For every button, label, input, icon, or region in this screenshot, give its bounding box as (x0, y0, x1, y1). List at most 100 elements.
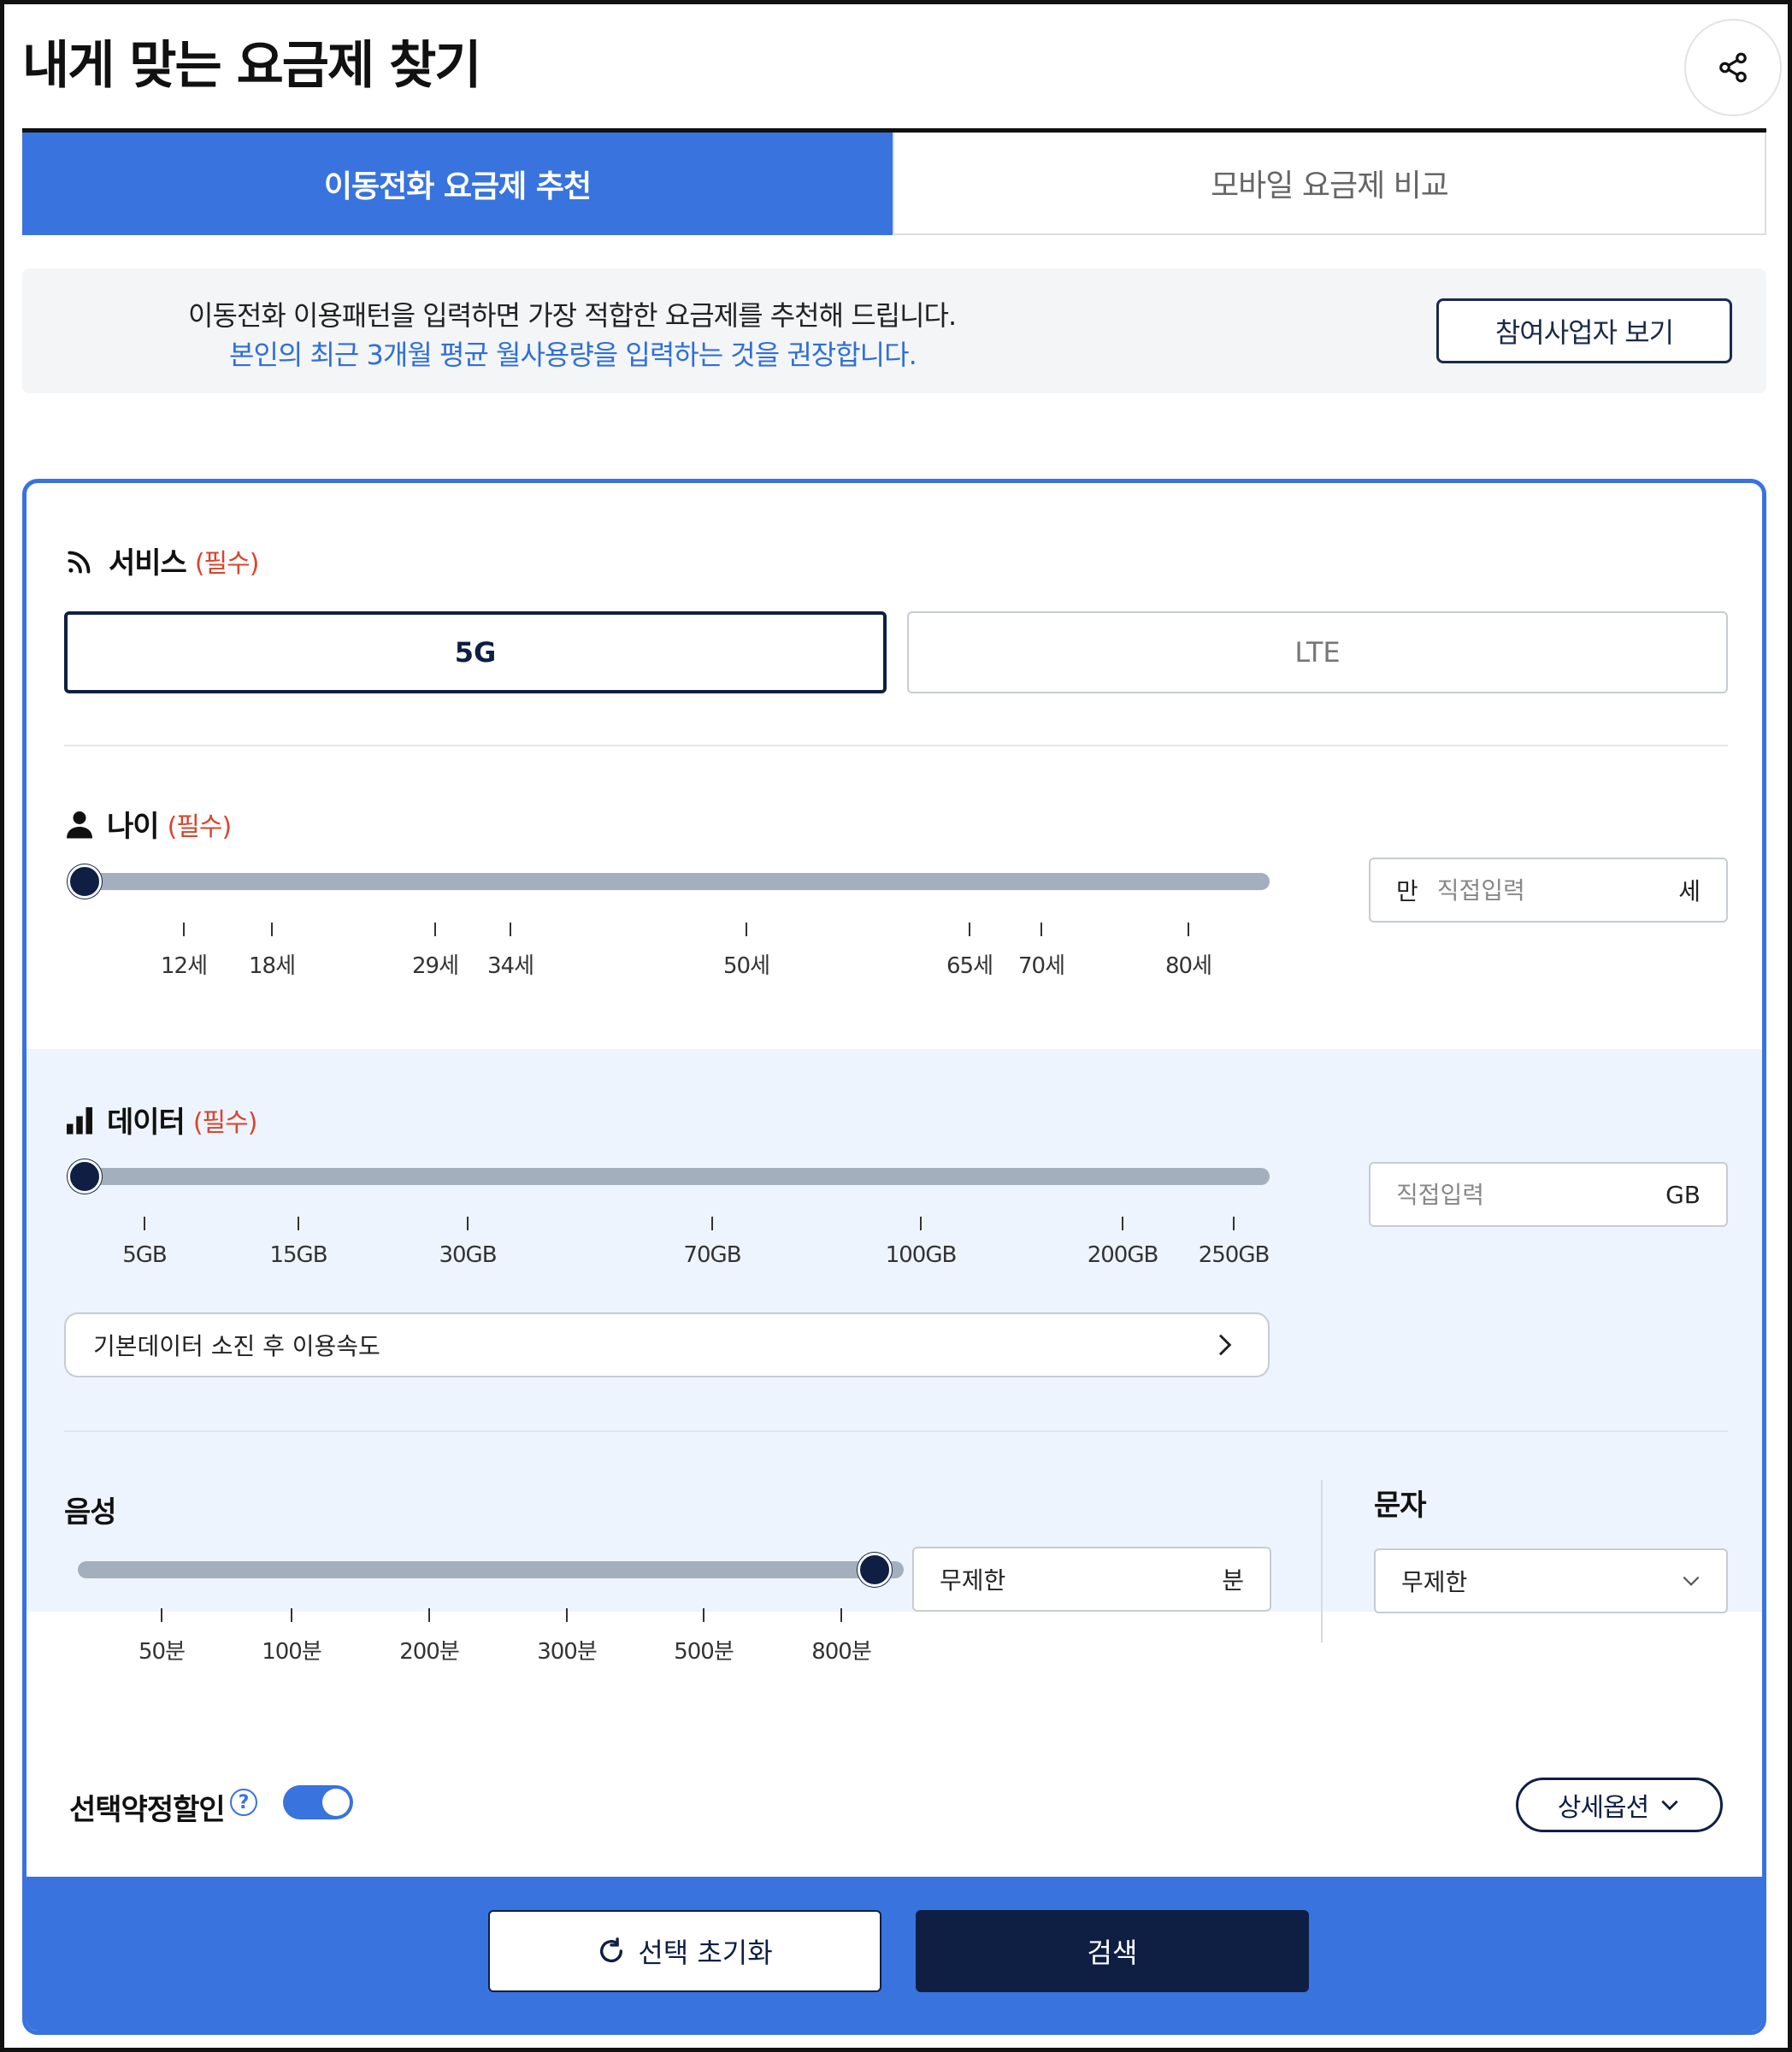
age-tick-label[interactable]: 50세 (723, 948, 770, 980)
data-tick-label[interactable]: 15GB (269, 1242, 327, 1268)
age-tick-label[interactable]: 70세 (1018, 948, 1065, 980)
data-tick (1233, 1217, 1235, 1230)
age-tick (271, 923, 273, 936)
data-tick-label[interactable]: 200GB (1088, 1242, 1159, 1268)
help-icon[interactable]: ? (230, 1789, 257, 1816)
data-tick (144, 1217, 145, 1230)
age-slider-thumb[interactable] (68, 864, 102, 899)
age-input-field[interactable]: 만 세 (1369, 858, 1728, 923)
chevron-down-icon (1661, 1800, 1678, 1811)
view-partners-button[interactable]: 참여사업자 보기 (1436, 298, 1732, 363)
voice-slider-track[interactable] (78, 1561, 904, 1578)
data-tick (467, 1217, 469, 1230)
service-option-lte[interactable]: LTE (907, 611, 1728, 693)
search-button[interactable]: 검색 (916, 1910, 1309, 1992)
age-tick (183, 923, 185, 936)
voice-tick-label[interactable]: 50분 (139, 1634, 186, 1666)
notice-recommendation-text: 본인의 최근 3개월 평균 월사용량을 입력하는 것을 권장합니다. (229, 339, 917, 371)
service-label: 서비스 (필수) (64, 540, 260, 581)
signal-wifi-icon (64, 545, 97, 577)
bar-chart-icon (64, 1105, 95, 1135)
data-tick-label[interactable]: 100GB (886, 1242, 958, 1268)
service-option-5g[interactable]: 5G (64, 611, 887, 693)
notice-text: 이동전화 이용패턴을 입력하면 가장 적합한 요금제를 추천해 드립니다. (188, 299, 957, 332)
voice-tick (703, 1608, 704, 1622)
data-input-field[interactable]: GB (1369, 1162, 1728, 1227)
voice-slider-thumb[interactable] (858, 1553, 892, 1587)
voice-input-field[interactable]: 분 (912, 1547, 1271, 1612)
contract-discount-toggle[interactable] (283, 1785, 353, 1819)
voice-tick (566, 1608, 568, 1622)
contract-discount-label: 선택약정할인 (69, 1793, 226, 1827)
page-title: 내게 맞는 요금제 찾기 (22, 36, 481, 96)
section-divider (64, 1430, 1728, 1432)
plan-finder-form: 서비스 (필수) 5G LTE 나이 (필수) 12세 18세 29세 34세 50세 6… (22, 479, 1766, 2035)
voice-tick (161, 1608, 162, 1622)
chevron-down-icon (1683, 1576, 1700, 1586)
tab-mobile-plan-compare[interactable]: 모바일 요금제 비교 (893, 133, 1766, 235)
toggle-knob (322, 1789, 350, 1816)
sms-label: 문자 (1374, 1489, 1427, 1523)
voice-tick-label[interactable]: 500분 (674, 1634, 734, 1666)
speed-after-data-label: 기본데이터 소진 후 이용속도 (93, 1332, 380, 1360)
chevron-right-icon (1218, 1334, 1232, 1356)
voice-sms-divider (1321, 1480, 1323, 1642)
data-slider-thumb[interactable] (68, 1159, 102, 1194)
age-tick-label[interactable]: 80세 (1165, 948, 1212, 980)
notice-panel: 이동전화 이용패턴을 입력하면 가장 적합한 요금제를 추천해 드립니다. 본인… (22, 268, 1766, 393)
data-tick-label[interactable]: 250GB (1199, 1242, 1270, 1268)
required-marker: (필수) (192, 1107, 258, 1138)
voice-tick-label[interactable]: 800분 (811, 1634, 872, 1666)
reset-selection-button[interactable]: 선택 초기화 (488, 1910, 881, 1992)
data-tick (298, 1217, 299, 1230)
age-tick (1040, 923, 1042, 936)
required-marker: (필수) (194, 548, 260, 579)
age-tick (746, 923, 747, 936)
voice-tick (428, 1608, 430, 1622)
person-icon (64, 809, 95, 840)
voice-input[interactable] (940, 1565, 1223, 1594)
voice-tick (840, 1608, 842, 1622)
required-marker: (필수) (167, 811, 233, 842)
voice-input-suffix: 분 (1222, 1566, 1244, 1595)
data-tick (920, 1217, 922, 1230)
refresh-icon (600, 1937, 623, 1963)
detail-options-button[interactable]: 상세옵션 (1516, 1778, 1723, 1832)
data-tick-label[interactable]: 70GB (683, 1242, 741, 1268)
age-input-prefix: 만 (1396, 877, 1418, 905)
data-tick (1122, 1217, 1123, 1230)
age-tick (434, 923, 436, 936)
age-tick (1188, 923, 1189, 936)
data-slider-track[interactable] (85, 1168, 1270, 1185)
age-tick-label[interactable]: 12세 (161, 948, 208, 980)
data-input[interactable] (1396, 1180, 1666, 1209)
age-tick-label[interactable]: 34세 (487, 948, 534, 980)
voice-label: 음성 (64, 1495, 117, 1530)
data-input-suffix: GB (1665, 1180, 1701, 1209)
age-input[interactable] (1436, 876, 1679, 905)
sms-select[interactable]: 무제한 (1374, 1548, 1728, 1613)
tab-mobile-plan-recommend[interactable]: 이동전화 요금제 추천 (22, 133, 893, 235)
age-tick-label[interactable]: 18세 (249, 948, 296, 980)
sms-selected-value: 무제한 (1401, 1568, 1468, 1596)
data-tick-label[interactable]: 5GB (122, 1242, 168, 1268)
voice-tick (291, 1608, 292, 1622)
data-label: 데이터 (필수) (64, 1099, 258, 1141)
age-label: 나이 (필수) (64, 803, 233, 845)
speed-after-data-button[interactable]: 기본데이터 소진 후 이용속도 (64, 1312, 1270, 1377)
age-tick-label[interactable]: 65세 (946, 948, 993, 980)
voice-tick-label[interactable]: 100분 (262, 1634, 322, 1666)
action-bar (27, 1877, 1762, 2031)
share-icon (1719, 52, 1747, 83)
age-tick (510, 923, 511, 936)
voice-tick-label[interactable]: 300분 (537, 1634, 598, 1666)
age-tick-label[interactable]: 29세 (412, 948, 459, 980)
tab-bar: 이동전화 요금제 추천 모바일 요금제 비교 (22, 128, 1766, 235)
age-input-suffix: 세 (1678, 877, 1701, 905)
age-tick (969, 923, 970, 936)
voice-tick-label[interactable]: 200분 (399, 1634, 460, 1666)
data-tick (711, 1217, 713, 1230)
data-tick-label[interactable]: 30GB (439, 1242, 497, 1268)
share-button[interactable] (1684, 19, 1782, 116)
age-slider-track[interactable] (85, 873, 1270, 890)
